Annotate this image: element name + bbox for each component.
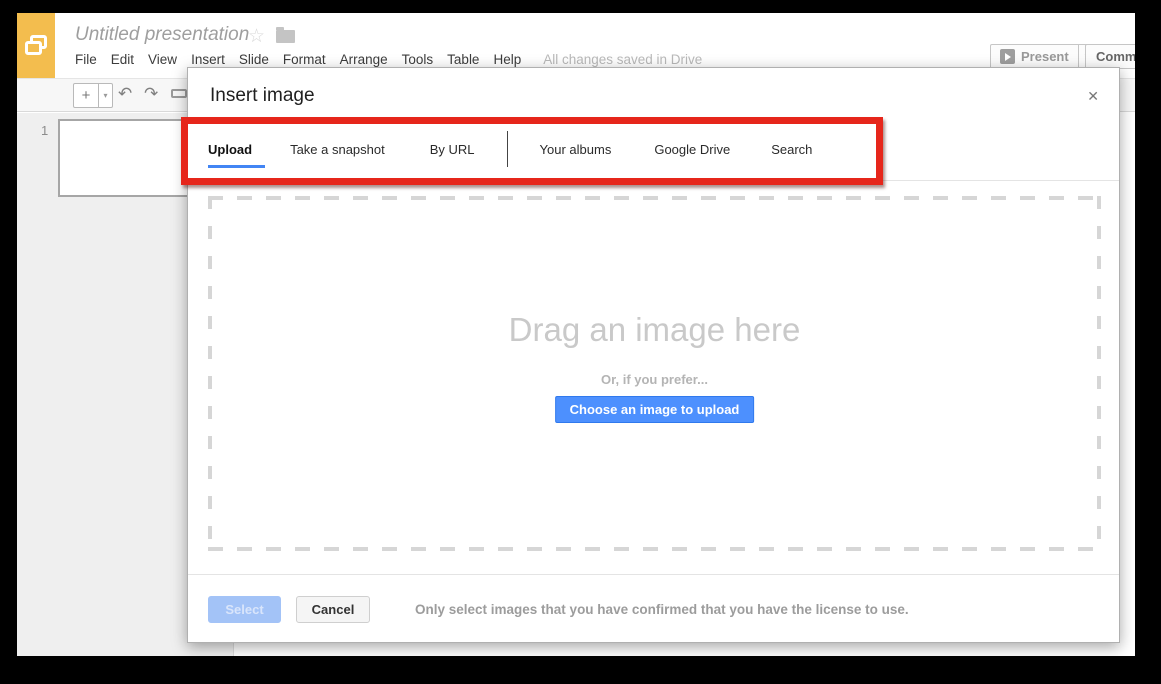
cancel-button[interactable]: Cancel: [296, 596, 370, 623]
select-button[interactable]: Select: [208, 596, 281, 623]
screenshot-frame: Untitled presentation ☆ File Edit View I…: [0, 0, 1161, 684]
tab-by-url[interactable]: By URL: [430, 142, 475, 157]
menu-tools[interactable]: Tools: [402, 52, 434, 67]
new-slide-button[interactable]: +: [73, 83, 99, 108]
document-title[interactable]: Untitled presentation: [75, 24, 249, 46]
menu-view[interactable]: View: [148, 52, 177, 67]
dialog-footer-divider: [188, 574, 1119, 575]
menu-insert[interactable]: Insert: [191, 52, 225, 67]
menu-table[interactable]: Table: [447, 52, 479, 67]
dialog-header-divider: [188, 180, 1119, 181]
dropzone-dashed-border: [208, 547, 1101, 551]
menu-edit[interactable]: Edit: [111, 52, 134, 67]
tab-search[interactable]: Search: [771, 142, 812, 157]
paint-format-icon[interactable]: [171, 89, 187, 98]
image-dropzone[interactable]: Drag an image here Or, if you prefer... …: [208, 196, 1101, 551]
slides-logo-shape: [25, 41, 42, 55]
play-icon: [1000, 49, 1015, 64]
tab-your-albums[interactable]: Your albums: [540, 142, 612, 157]
dropzone-subline: Or, if you prefer...: [601, 372, 708, 387]
dropzone-dashed-border: [208, 196, 1101, 200]
slides-logo: [17, 13, 55, 78]
folder-icon[interactable]: [276, 27, 295, 43]
menubar: File Edit View Insert Slide Format Arran…: [75, 52, 702, 67]
active-tab-underline: [208, 165, 265, 168]
present-button-group: Present ▾: [990, 44, 1097, 69]
menu-slide[interactable]: Slide: [239, 52, 269, 67]
slide-number: 1: [41, 123, 49, 138]
menu-file[interactable]: File: [75, 52, 97, 67]
tab-take-a-snapshot[interactable]: Take a snapshot: [290, 142, 385, 157]
tab-google-drive[interactable]: Google Drive: [654, 142, 730, 157]
redo-icon[interactable]: ↷: [144, 84, 158, 104]
tab-divider: [506, 131, 508, 167]
slide-thumbnail[interactable]: [58, 119, 205, 197]
app-window: Untitled presentation ☆ File Edit View I…: [17, 13, 1135, 656]
license-note: Only select images that you have confirm…: [415, 602, 909, 617]
star-icon[interactable]: ☆: [248, 25, 265, 48]
menu-help[interactable]: Help: [493, 52, 521, 67]
undo-icon[interactable]: ↶: [118, 84, 132, 104]
present-label: Present: [1021, 49, 1069, 64]
save-status: All changes saved in Drive: [543, 52, 703, 67]
menu-arrange[interactable]: Arrange: [340, 52, 388, 67]
tab-upload[interactable]: Upload: [208, 142, 252, 157]
dropzone-headline: Drag an image here: [508, 311, 801, 348]
choose-image-button[interactable]: Choose an image to upload: [554, 396, 755, 423]
dialog-title: Insert image: [210, 85, 315, 106]
close-icon[interactable]: ✕: [1087, 88, 1099, 105]
present-button[interactable]: Present: [990, 44, 1079, 69]
new-slide-button-group: + ▾: [73, 83, 113, 108]
comments-button[interactable]: Comm: [1085, 44, 1135, 69]
insert-image-dialog: Insert image ✕ Upload Take a snapshot By…: [187, 67, 1120, 643]
menu-format[interactable]: Format: [283, 52, 326, 67]
new-slide-dropdown[interactable]: ▾: [99, 83, 113, 108]
dialog-tabs: Upload Take a snapshot By URL Your album…: [208, 131, 812, 167]
